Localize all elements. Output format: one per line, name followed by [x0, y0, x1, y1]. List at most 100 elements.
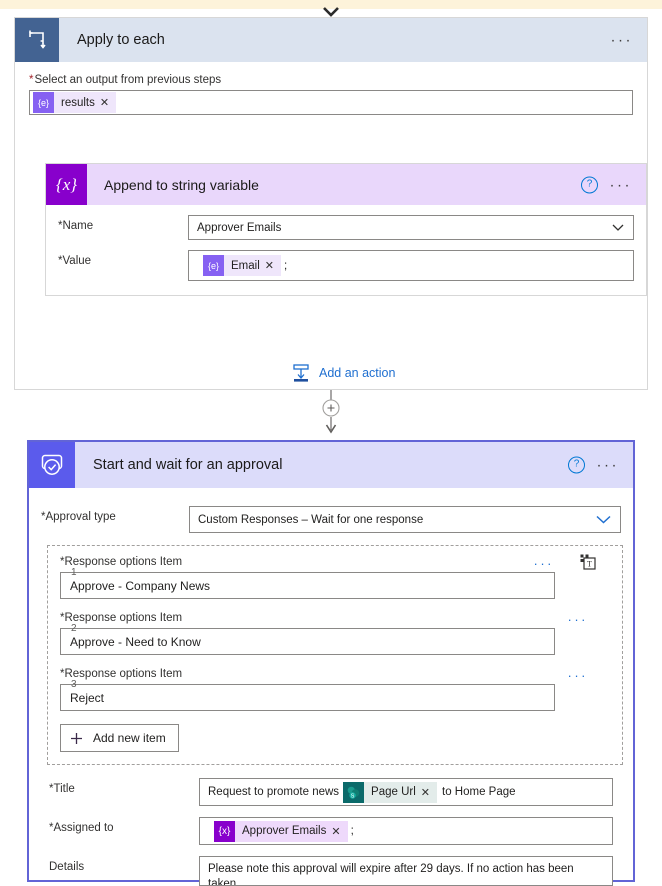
response-option-item: *Response options Item 1 ··· T Approve -…: [60, 554, 610, 599]
loop-icon: [15, 18, 59, 62]
assigned-to-input[interactable]: {x} Approver Emails ✕ ;: [199, 817, 613, 845]
title-input[interactable]: Request to promote news S Page Url ✕ to …: [199, 778, 613, 806]
add-an-action-label: Add an action: [319, 366, 396, 380]
response-option-more-button[interactable]: ···: [568, 613, 589, 626]
select-output-input[interactable]: {e} results ✕: [29, 90, 633, 115]
assigned-to-row: *Assigned to {x} Approver Emails ✕ ;: [49, 817, 613, 845]
response-option-index: 1: [71, 567, 77, 578]
token-remove-button[interactable]: ✕: [98, 96, 116, 109]
select-output-label-text: Select an output from previous steps: [34, 74, 222, 86]
details-label: Details: [49, 861, 85, 873]
response-option-label: *Response options Item: [60, 556, 610, 568]
variable-value-input[interactable]: {e} Email ✕ ;: [188, 250, 634, 281]
approval-title: Start and wait for an approval: [93, 457, 283, 473]
expression-icon: {e}: [33, 92, 54, 113]
sharepoint-icon: S: [343, 781, 365, 803]
flow-connector: [322, 390, 340, 434]
variable-icon: {x}: [46, 164, 87, 205]
assigned-to-trailing-text: ;: [350, 825, 354, 837]
token-approver-emails[interactable]: {x} Approver Emails ✕: [214, 820, 348, 842]
response-option-label-text: Response options Item: [64, 556, 183, 568]
title-pre-text: Request to promote news: [208, 786, 340, 798]
apply-to-each-body: *Select an output from previous steps {e…: [15, 62, 647, 115]
token-results[interactable]: {e} results ✕: [33, 92, 117, 113]
approval-body: *Approval type Custom Responses – Wait f…: [29, 488, 633, 886]
response-option-more-button[interactable]: ···: [568, 669, 589, 682]
approval-header[interactable]: Start and wait for an approval ? ···: [29, 442, 633, 488]
approval-icon: [29, 442, 75, 488]
variable-name-label-text: Name: [62, 220, 94, 232]
response-option-label: *Response options Item: [60, 612, 610, 624]
assigned-to-label: *Assigned to: [49, 817, 199, 834]
title-label: *Title: [49, 778, 199, 795]
approval-type-label-text: Approval type: [45, 511, 116, 523]
response-option-label-text: Response options Item: [64, 668, 183, 680]
response-option-more-button[interactable]: ···: [534, 557, 555, 570]
response-option-input[interactable]: Reject: [60, 684, 555, 711]
variable-name-select[interactable]: Approver Emails: [188, 215, 634, 240]
token-page-url[interactable]: S Page Url ✕: [343, 781, 438, 803]
approval-type-select[interactable]: Custom Responses – Wait for one response: [189, 506, 621, 533]
response-options-group: *Response options Item 1 ··· T Approve -…: [47, 545, 623, 765]
add-an-action-icon: [293, 364, 309, 382]
add-an-action-button[interactable]: Add an action: [291, 363, 395, 383]
response-option-index: 2: [71, 623, 77, 634]
expression-icon: {e}: [203, 255, 224, 276]
approval-type-label: *Approval type: [41, 506, 189, 523]
assigned-to-label-text: Assigned to: [53, 822, 114, 834]
help-icon[interactable]: ?: [581, 176, 598, 193]
response-option-value: Reject: [70, 690, 105, 705]
chevron-down-icon: [612, 224, 624, 231]
variable-value-label: *Value: [58, 250, 188, 267]
apply-to-each-title: Apply to each: [77, 32, 165, 48]
token-email[interactable]: {e} Email ✕: [203, 255, 281, 276]
response-option-index: 3: [71, 679, 77, 690]
plus-icon: [71, 732, 82, 744]
title-post-text: to Home Page: [442, 786, 516, 798]
title-row: *Title Request to promote news S Page Ur…: [49, 778, 613, 806]
append-to-string-variable-card[interactable]: {x} Append to string variable ? ··· *Nam…: [45, 163, 647, 296]
chevron-down-icon: [596, 515, 611, 524]
value-trailing-text: ;: [283, 259, 288, 272]
svg-text:T: T: [587, 560, 592, 569]
token-remove-button[interactable]: ✕: [263, 259, 281, 272]
variable-value-label-text: Value: [62, 255, 92, 267]
token-remove-button[interactable]: ✕: [329, 825, 347, 838]
token-label: Email: [231, 259, 260, 272]
select-output-label: *Select an output from previous steps: [29, 74, 633, 86]
start-and-wait-for-approval-card[interactable]: Start and wait for an approval ? ··· *Ap…: [27, 440, 635, 886]
append-variable-header[interactable]: {x} Append to string variable ? ···: [46, 164, 646, 205]
title-label-text: Title: [53, 783, 75, 795]
variable-name-label: *Name: [58, 215, 188, 232]
apply-to-each-header[interactable]: Apply to each ···: [15, 18, 647, 62]
response-option-item: *Response options Item 2 ··· Approve - N…: [60, 612, 610, 655]
approval-type-row: *Approval type Custom Responses – Wait f…: [39, 498, 623, 533]
apply-to-each-card[interactable]: Apply to each ··· *Select an output from…: [14, 17, 648, 390]
token-label: Approver Emails: [242, 825, 327, 837]
variable-name-row: *Name Approver Emails: [46, 215, 646, 240]
help-icon[interactable]: ?: [568, 456, 585, 474]
approval-more-button[interactable]: ···: [597, 458, 620, 473]
response-option-item: *Response options Item 3 ··· Reject: [60, 668, 610, 711]
response-option-value: Approve - Company News: [70, 578, 211, 593]
response-option-value: Approve - Need to Know: [70, 634, 201, 649]
variable-value-row: *Value {e} Email ✕ ;: [46, 250, 646, 281]
move-item-icon[interactable]: T: [580, 554, 596, 573]
response-option-label: *Response options Item: [60, 668, 610, 680]
approval-type-value: Custom Responses – Wait for one response: [198, 513, 424, 526]
add-new-item-label: Add new item: [93, 731, 166, 745]
response-option-label-text: Response options Item: [64, 612, 183, 624]
append-variable-title: Append to string variable: [104, 176, 259, 193]
required-marker: *: [29, 74, 34, 86]
variable-name-value: Approver Emails: [197, 221, 282, 234]
add-new-item-button[interactable]: Add new item: [60, 724, 179, 752]
token-label: Page Url: [371, 786, 416, 798]
response-option-input[interactable]: Approve - Need to Know: [60, 628, 555, 655]
append-variable-more-button[interactable]: ···: [610, 177, 633, 192]
token-remove-button[interactable]: ✕: [419, 786, 437, 799]
svg-text:S: S: [351, 793, 355, 798]
response-option-input[interactable]: Approve - Company News: [60, 572, 555, 599]
token-label: results: [61, 96, 95, 109]
apply-to-each-more-button[interactable]: ···: [611, 33, 634, 48]
details-value: Please note this approval will expire af…: [208, 863, 574, 886]
